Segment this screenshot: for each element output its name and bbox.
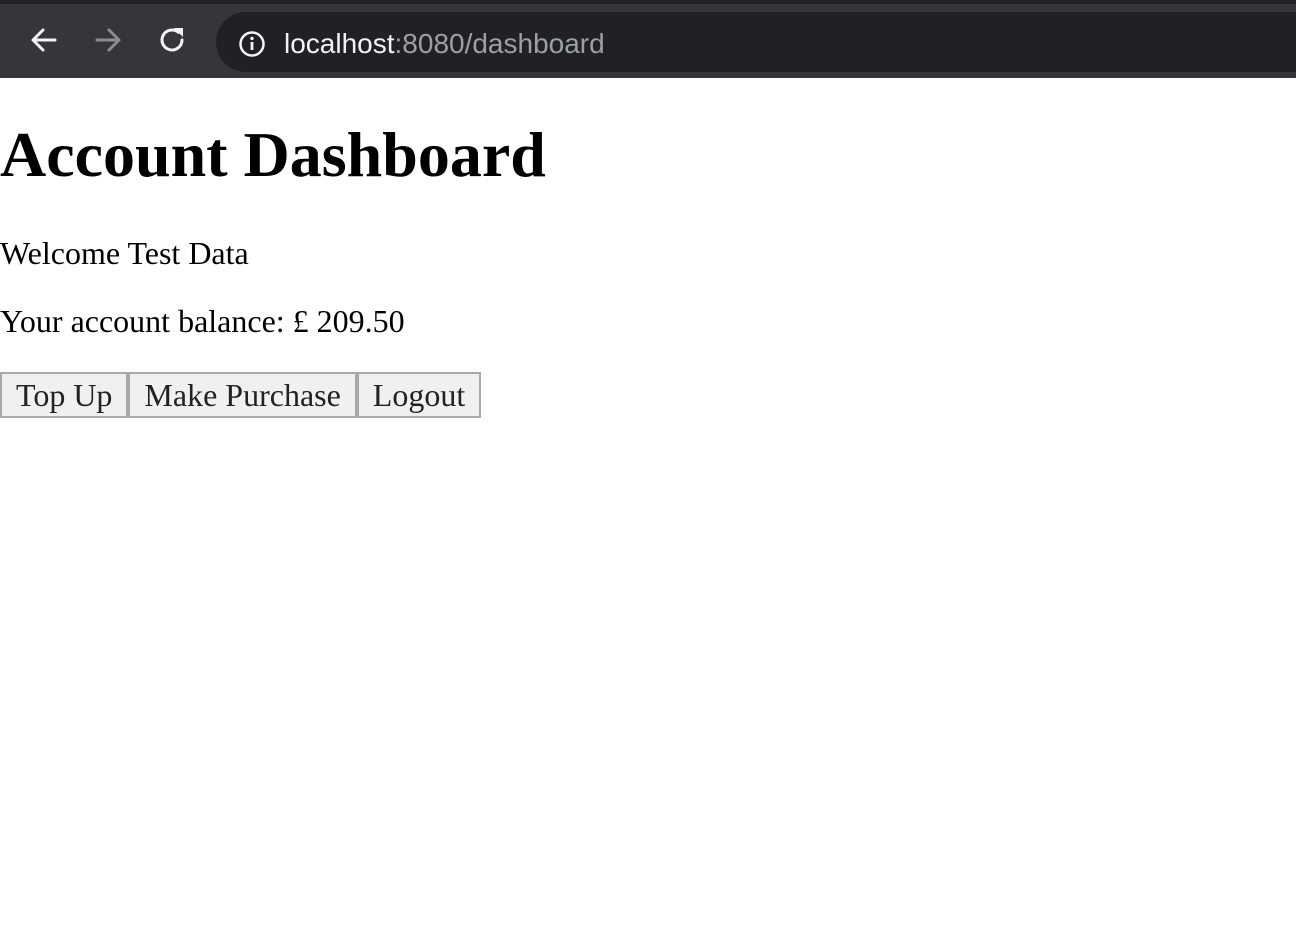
reload-icon	[160, 28, 184, 52]
back-arrow-icon	[31, 28, 57, 52]
page-content: Account Dashboard Welcome Test Data Your…	[0, 78, 1296, 940]
url-text[interactable]: localhost:8080/dashboard	[284, 26, 605, 62]
account-balance: Your account balance: £ 209.50	[0, 303, 405, 339]
logout-button[interactable]: Logout	[356, 372, 482, 418]
browser-toolbar: localhost:8080/dashboard	[0, 0, 1296, 78]
welcome-message: Welcome Test Data	[0, 235, 249, 271]
page-title: Account Dashboard	[0, 119, 546, 190]
url-path: :8080/dashboard	[394, 28, 605, 59]
forward-arrow-icon	[95, 28, 121, 52]
forward-button[interactable]	[90, 22, 126, 58]
address-bar[interactable]: localhost:8080/dashboard	[216, 12, 1296, 72]
reload-button[interactable]	[154, 22, 190, 58]
back-button[interactable]	[26, 22, 62, 58]
url-host: localhost	[284, 28, 395, 59]
action-buttons: Top Up Make Purchase Logout	[0, 372, 482, 418]
top-up-button[interactable]: Top Up	[0, 372, 129, 418]
make-purchase-button[interactable]: Make Purchase	[128, 372, 357, 418]
info-icon[interactable]	[238, 30, 266, 58]
